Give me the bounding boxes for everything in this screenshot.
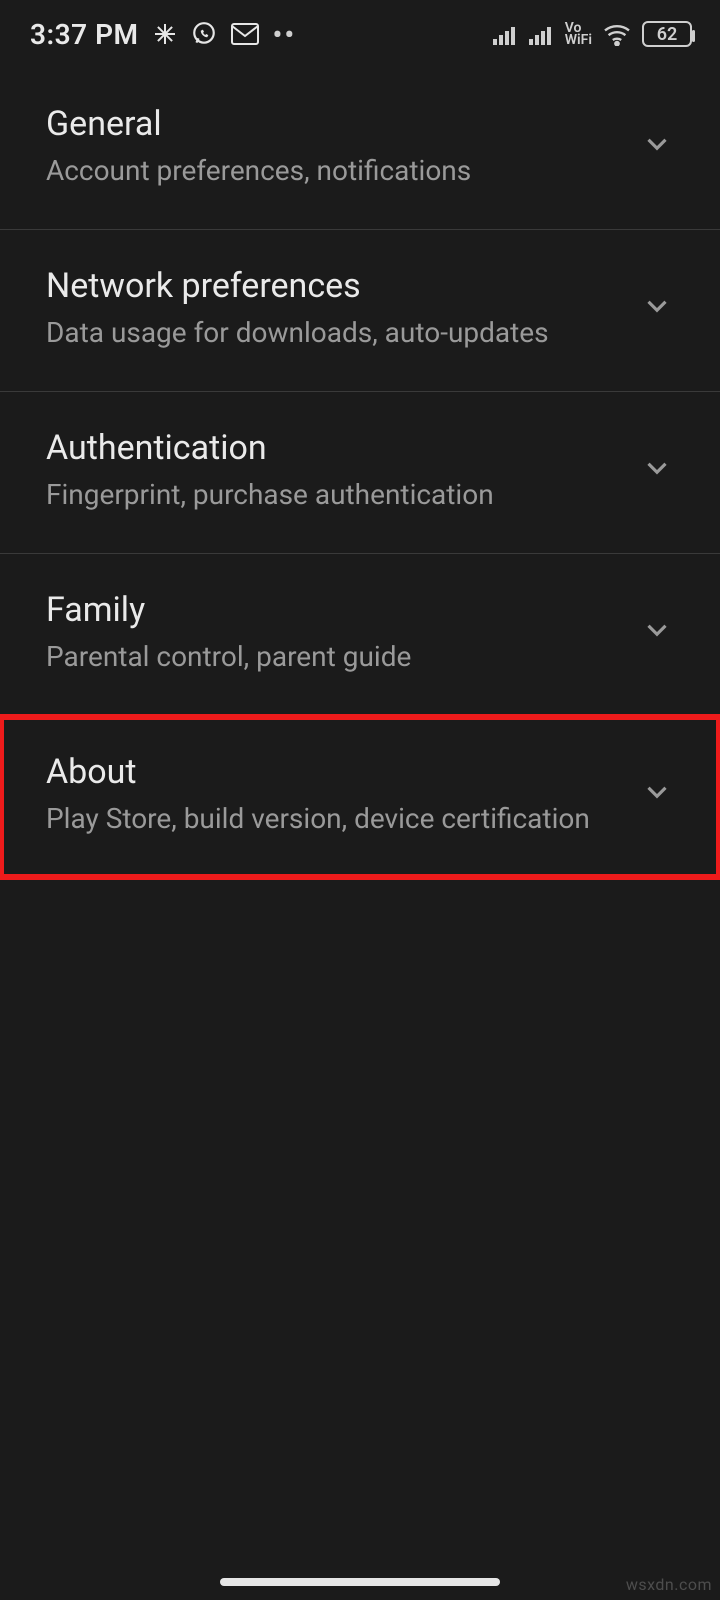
status-bar: 3:37 PM ••	[0, 0, 720, 68]
settings-item-about[interactable]: About Play Store, build version, device …	[0, 716, 720, 878]
chevron-down-icon	[640, 127, 674, 165]
settings-item-title: Family	[46, 590, 616, 630]
battery-icon: 62	[642, 21, 692, 47]
wifi-icon	[602, 22, 632, 46]
settings-item-desc: Play Store, build version, device certif…	[46, 802, 616, 835]
settings-item-authentication[interactable]: Authentication Fingerprint, purchase aut…	[0, 392, 720, 554]
settings-item-title: Network preferences	[46, 266, 616, 306]
settings-item-desc: Fingerprint, purchase authentication	[46, 478, 616, 511]
slack-icon	[153, 22, 177, 46]
settings-item-desc: Data usage for downloads, auto-updates	[46, 316, 616, 349]
settings-item-title: Authentication	[46, 428, 616, 468]
settings-list: General Account preferences, notificatio…	[0, 68, 720, 878]
settings-item-network[interactable]: Network preferences Data usage for downl…	[0, 230, 720, 392]
chevron-down-icon	[640, 775, 674, 813]
status-bar-left: 3:37 PM ••	[30, 18, 296, 51]
chevron-down-icon	[640, 289, 674, 327]
more-notifications-icon: ••	[273, 18, 297, 51]
gesture-bar[interactable]	[220, 1578, 500, 1586]
settings-item-desc: Account preferences, notifications	[46, 154, 616, 187]
watermark: wsxdn.com	[626, 1575, 712, 1594]
status-clock: 3:37 PM	[30, 18, 139, 51]
battery-level: 62	[657, 24, 678, 45]
whatsapp-icon	[191, 21, 217, 47]
chevron-down-icon	[640, 451, 674, 489]
status-bar-right: Vo WiFi 62	[493, 21, 692, 47]
gmail-icon	[231, 23, 259, 45]
settings-item-title: General	[46, 104, 616, 144]
signal-sim2-icon	[529, 23, 555, 45]
settings-item-title: About	[46, 752, 616, 792]
vowifi-icon: Vo WiFi	[565, 22, 592, 46]
chevron-down-icon	[640, 613, 674, 651]
settings-item-general[interactable]: General Account preferences, notificatio…	[0, 68, 720, 230]
signal-sim1-icon	[493, 23, 519, 45]
settings-item-desc: Parental control, parent guide	[46, 640, 616, 673]
settings-item-family[interactable]: Family Parental control, parent guide	[0, 554, 720, 716]
